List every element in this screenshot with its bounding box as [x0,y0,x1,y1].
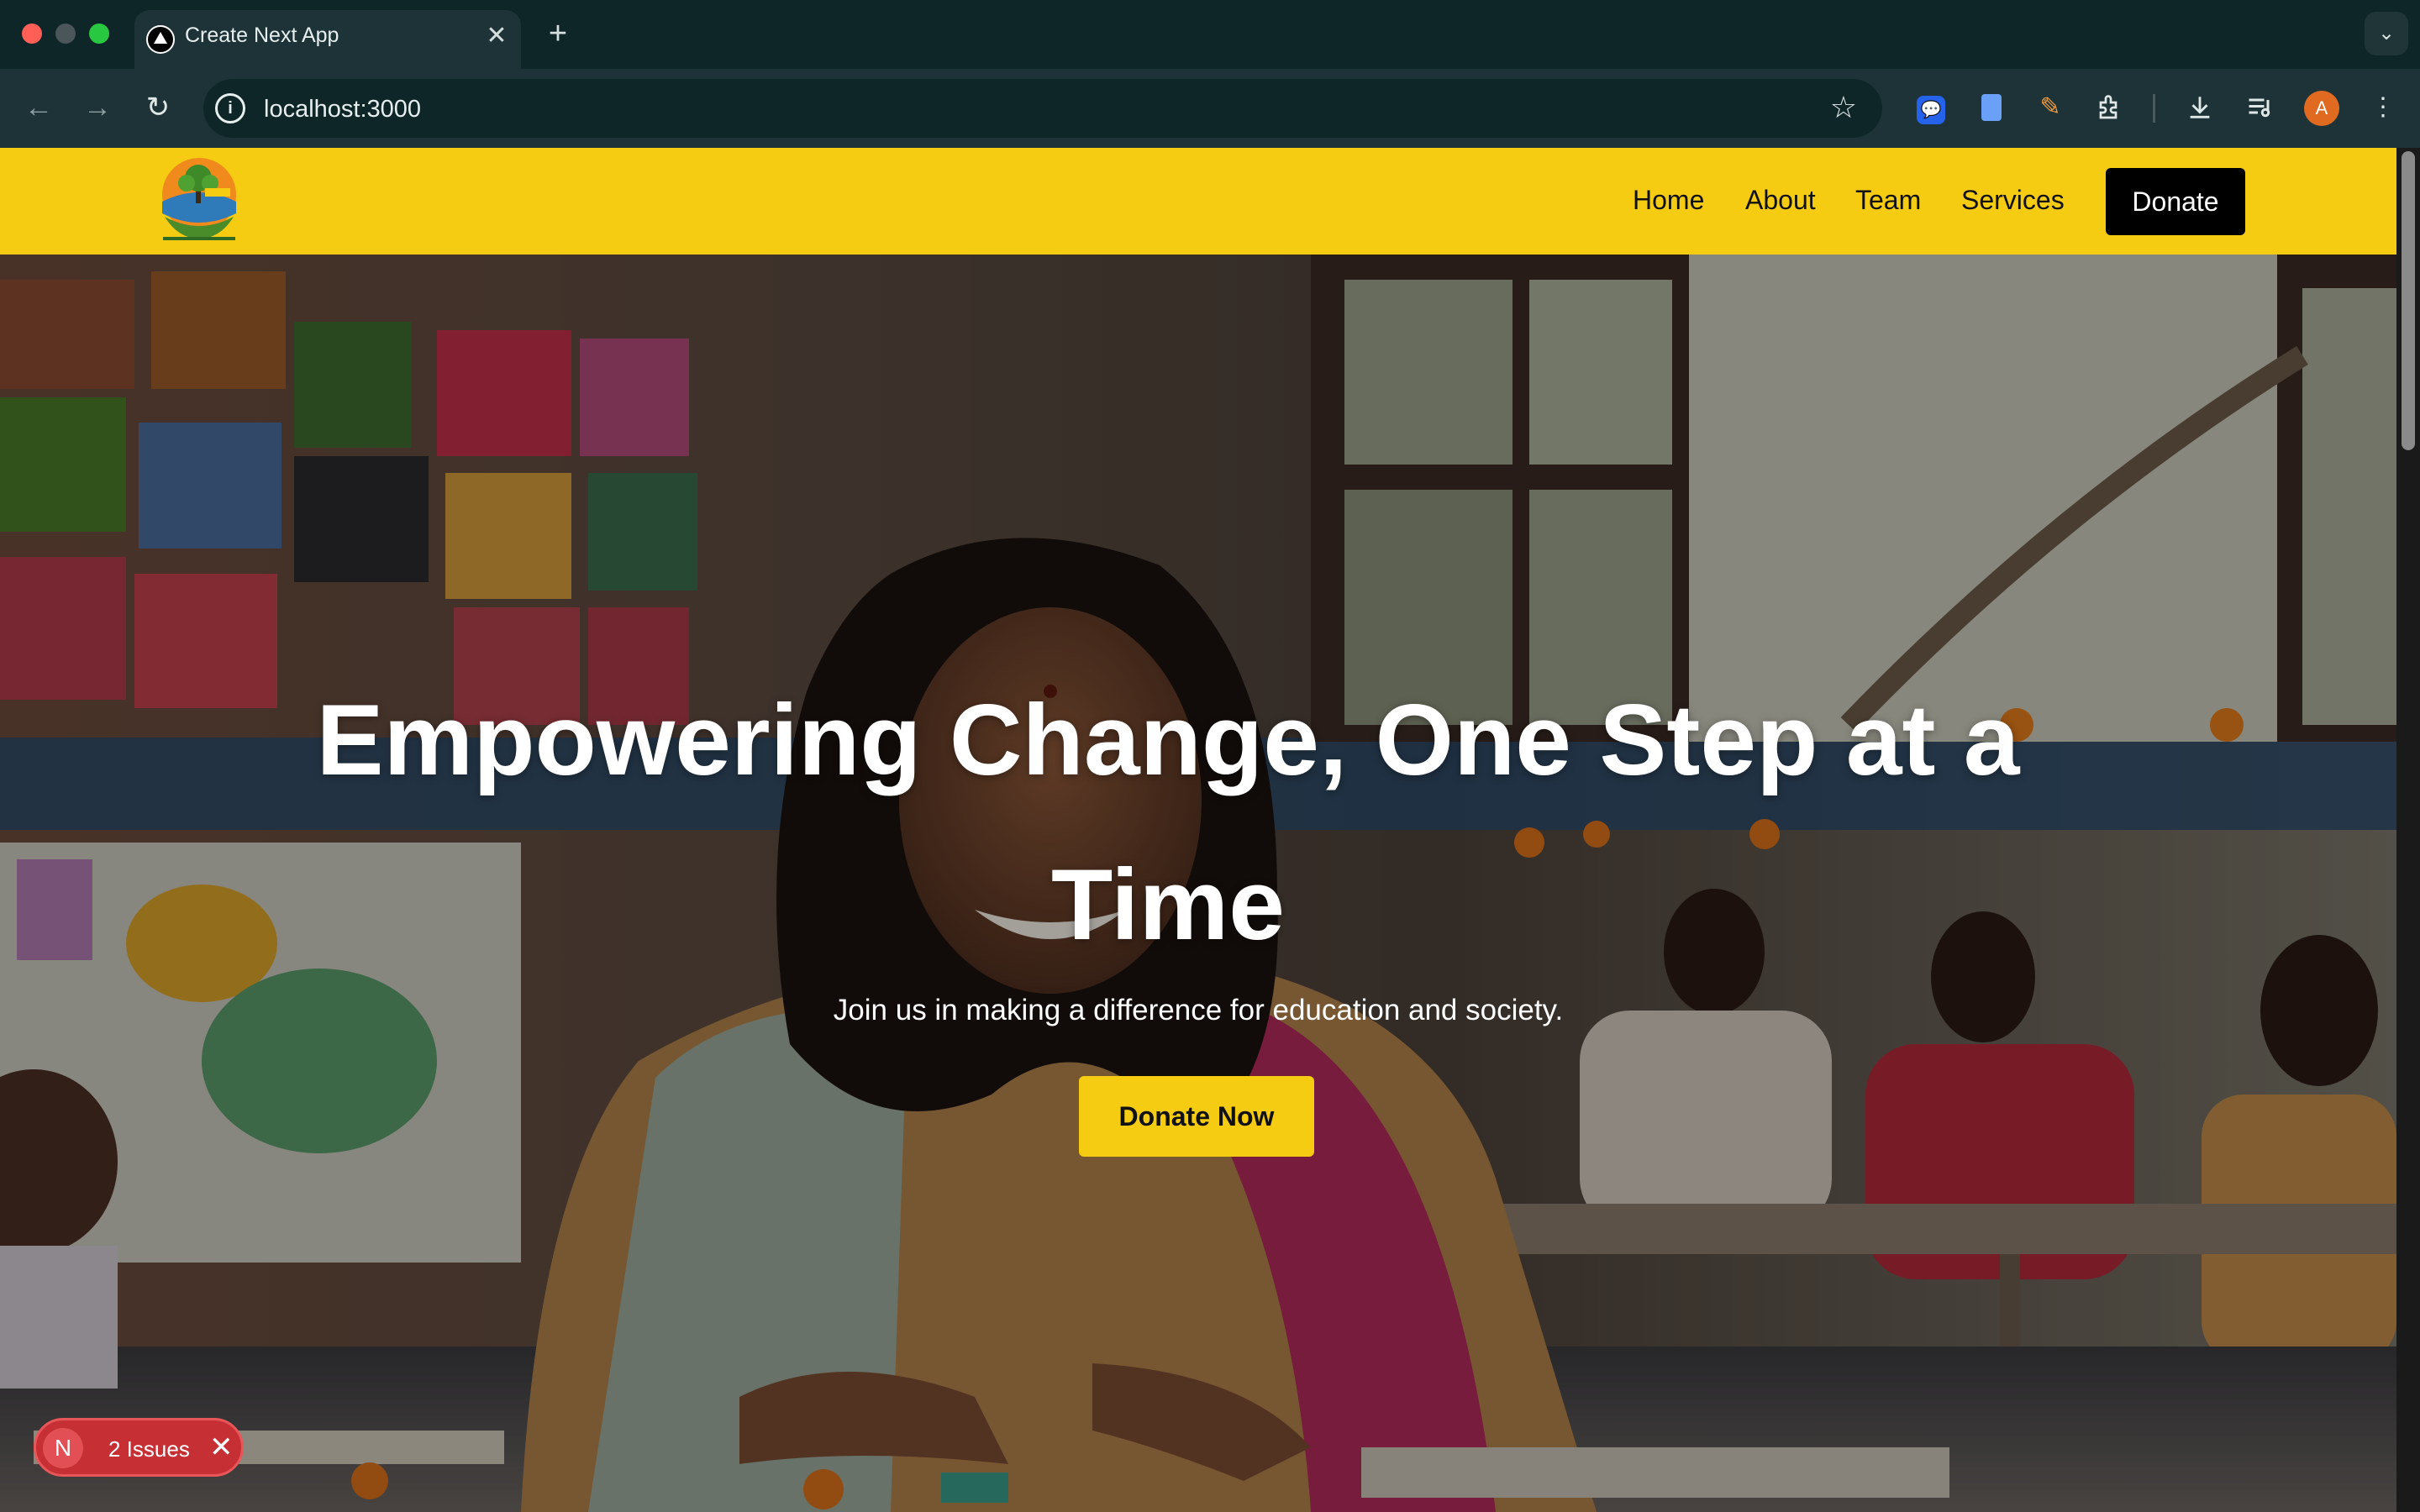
nextjs-logo-icon[interactable]: N [43,1428,83,1468]
forward-button[interactable]: → [77,87,118,128]
nav-link-team[interactable]: Team [1855,185,1921,216]
scrollbar-thumb[interactable] [2402,151,2415,450]
minimize-window-button[interactable] [55,24,76,44]
browser-toolbar: ← → ↻ i localhost:3000 ☆ 💬 ✎ A ⋮ [0,69,2420,148]
nav-link-services[interactable]: Services [1961,185,2065,216]
close-window-button[interactable] [22,24,42,44]
issues-close-icon[interactable]: ✕ [209,1432,234,1462]
new-tab-button[interactable]: + [541,17,575,50]
nav-link-about[interactable]: About [1745,185,1816,216]
page-viewport: Home About Team Services Donate Empoweri… [0,148,2420,1512]
hero-title: Empowering Change, One Step at a Time [316,684,2020,961]
site-info-icon[interactable]: i [215,93,245,123]
nextjs-favicon-icon [146,25,175,54]
nav-donate-button[interactable]: Donate [2106,168,2245,235]
maximize-window-button[interactable] [89,24,109,44]
donate-now-button[interactable]: Donate Now [1079,1076,1314,1157]
nav-link-home[interactable]: Home [1633,185,1704,216]
toolbar-divider [2153,94,2155,123]
issues-count-label[interactable]: 2 Issues [108,1436,190,1462]
docs-extension-icon[interactable] [1973,89,2010,126]
nextjs-issues-toast[interactable]: N 2 Issues ✕ [34,1418,244,1477]
url-text[interactable]: localhost:3000 [264,96,421,123]
address-bar[interactable]: i localhost:3000 ☆ [203,79,1882,138]
tab-title: Create Next App [185,24,339,47]
back-button[interactable]: ← [18,87,59,128]
reload-button[interactable]: ↻ [138,87,178,128]
messenger-extension-icon[interactable]: 💬 [1912,89,1949,126]
media-control-icon[interactable] [2242,89,2279,126]
profile-avatar[interactable]: A [2304,91,2339,126]
pen-extension-icon[interactable]: ✎ [2032,89,2069,126]
page-scrollbar[interactable] [2396,148,2420,1512]
download-icon[interactable] [2181,89,2218,126]
hero-section: Empowering Change, One Step at a Time Jo… [0,255,2396,1512]
bookmark-star-icon[interactable]: ☆ [1830,90,1857,125]
site-logo[interactable] [153,155,245,242]
extensions-puzzle-icon[interactable] [2092,89,2129,126]
tab-close-button[interactable]: ✕ [484,24,509,49]
browser-menu-icon[interactable]: ⋮ [2365,89,2402,126]
site-navbar: Home About Team Services Donate [0,148,2396,255]
hero-subtitle: Join us in making a difference for educa… [833,994,1564,1026]
browser-tab-strip: Create Next App ✕ + ⌄ [0,0,2420,69]
tab-search-button[interactable]: ⌄ [2365,12,2408,55]
browser-tab-active[interactable]: Create Next App ✕ [134,10,521,69]
